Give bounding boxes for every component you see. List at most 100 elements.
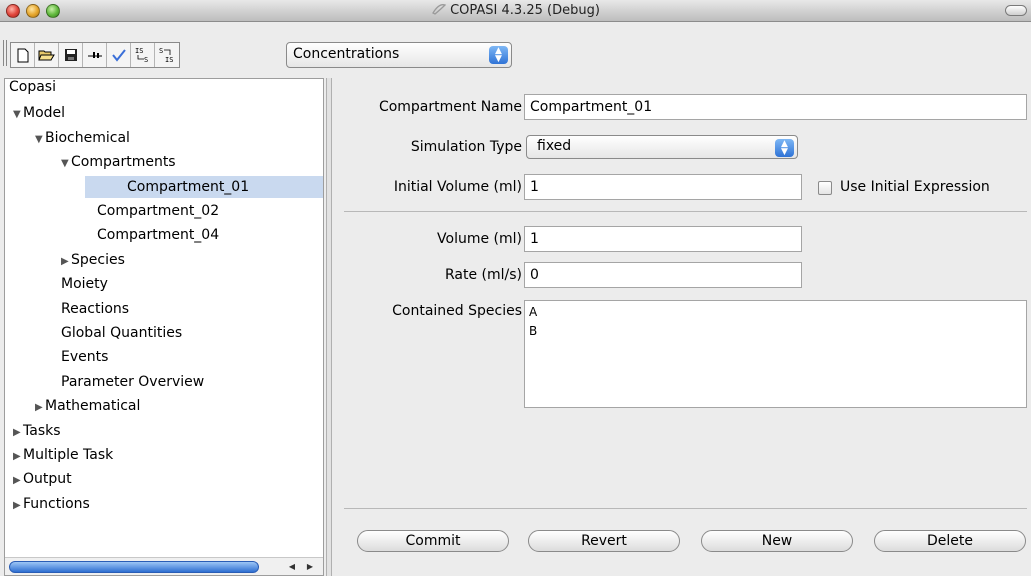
revert-button[interactable]: Revert (528, 530, 680, 552)
tree-item-label: Parameter Overview (61, 373, 205, 390)
tree-item-label: Species (71, 251, 125, 268)
disclosure-expanded-icon[interactable]: ▼ (13, 104, 23, 126)
svg-text:S: S (144, 56, 148, 64)
tree-item[interactable]: ▶ Multiple Task (5, 444, 113, 466)
tree-item[interactable]: Compartment_04 (5, 224, 219, 246)
compartment-name-label: Compartment Name (378, 99, 522, 115)
tree-item[interactable]: ▶ Functions (5, 493, 90, 515)
units-select[interactable]: Concentrations ▲ ▼ (286, 42, 512, 68)
tree-item-label: Biochemical (45, 129, 130, 146)
disclosure-collapsed-icon[interactable]: ▶ (13, 422, 23, 444)
contained-species-label: Contained Species (392, 303, 522, 319)
scroll-right-icon[interactable]: ▶ (301, 559, 319, 575)
contained-species-list[interactable]: A B (524, 300, 1027, 408)
is-to-s-button[interactable]: IS S (131, 43, 155, 67)
tree-item[interactable]: ▶ Output (5, 468, 72, 490)
save-icon (64, 49, 77, 61)
use-initial-expression-label: Use Initial Expression (840, 179, 990, 195)
tree-item[interactable]: ▶ Mathematical (5, 395, 140, 417)
simulation-type-label: Simulation Type (410, 139, 522, 155)
new-button[interactable]: New (701, 530, 853, 552)
slider-button[interactable] (83, 43, 107, 67)
rate-label: Rate (ml/s) (444, 267, 522, 283)
buttons-divider (344, 508, 1027, 509)
svg-text:S: S (159, 47, 163, 55)
tree-item[interactable]: Moiety (5, 273, 108, 295)
toolbar-button-group: IS S S IS (10, 42, 180, 68)
tree-item[interactable]: ▶ Species (5, 249, 125, 271)
scroll-left-icon[interactable]: ◀ (283, 559, 301, 575)
checkmark-icon (111, 49, 126, 62)
tree-item-label: Reactions (61, 300, 130, 317)
title-bar: COPASI 4.3.25 (Debug) (0, 0, 1031, 22)
tree-item-label: Global Quantities (61, 325, 183, 341)
disclosure-collapsed-icon[interactable]: ▶ (13, 470, 23, 492)
new-file-button[interactable] (11, 43, 35, 67)
disclosure-collapsed-icon[interactable]: ▶ (13, 446, 23, 468)
tree-item[interactable]: ▼ Model (5, 102, 65, 124)
copasi-logo-icon (432, 4, 447, 15)
disclosure-collapsed-icon[interactable]: ▶ (61, 251, 71, 273)
svg-text:IS: IS (135, 47, 143, 55)
list-item[interactable]: B (529, 322, 1022, 341)
volume-label: Volume (ml) (437, 231, 522, 247)
delete-button[interactable]: Delete (874, 530, 1026, 552)
window-title: COPASI 4.3.25 (Debug) (450, 3, 600, 18)
open-file-button[interactable] (35, 43, 59, 67)
updown-arrows-icon: ▲ ▼ (489, 46, 508, 64)
compartment-name-field[interactable]: Compartment_01 (524, 94, 1027, 120)
is-to-s-icon: IS S (135, 47, 148, 64)
disclosure-expanded-icon[interactable]: ▼ (61, 153, 71, 175)
tree-item[interactable]: Parameter Overview (5, 371, 204, 393)
s-to-is-icon: S IS (159, 47, 173, 64)
tree-item[interactable]: Reactions (5, 298, 129, 320)
tree-item[interactable]: Compartment_02 (5, 200, 219, 222)
updown-arrows-icon: ▲ ▼ (775, 139, 794, 157)
check-model-button[interactable] (107, 43, 131, 67)
volume-field[interactable]: 1 (524, 226, 802, 252)
tree-item[interactable]: Copasi (5, 79, 56, 98)
toolbar-toggle-button[interactable] (1005, 5, 1027, 16)
toolbar: IS S S IS Concentrations ▲ ▼ (0, 22, 1031, 77)
tree-item-label: Compartment_04 (97, 227, 220, 244)
tree-item-label: Output (23, 471, 72, 488)
compartment-form: Compartment Name Compartment_01 Simulati… (334, 78, 1031, 576)
new-file-icon (17, 48, 28, 62)
save-button[interactable] (59, 43, 83, 67)
open-folder-icon (38, 50, 55, 61)
tree-item-label: Compartment_02 (97, 203, 220, 219)
toolbar-grip[interactable] (3, 40, 7, 66)
rate-field[interactable]: 0 (524, 262, 802, 288)
tree-item[interactable]: ▼ Compartments (5, 151, 176, 173)
tree-item-label: Compartment_01 (127, 178, 250, 195)
tree-item-label: Model (23, 105, 66, 122)
tree-item[interactable]: Compartment_01 (85, 175, 323, 198)
units-select-value: Concentrations (293, 46, 400, 62)
disclosure-collapsed-icon[interactable]: ▶ (13, 495, 23, 517)
slider-icon (87, 52, 102, 58)
disclosure-expanded-icon[interactable]: ▼ (35, 129, 45, 151)
initial-volume-field[interactable]: 1 (524, 174, 802, 200)
scrollbar-thumb[interactable] (9, 561, 259, 573)
disclosure-collapsed-icon[interactable]: ▶ (35, 397, 45, 419)
tree-horizontal-scrollbar[interactable]: ◀ ▶ (5, 557, 323, 575)
tree-item-label: Compartments (71, 154, 176, 171)
tree-item-label: Functions (23, 495, 90, 512)
s-to-is-button[interactable]: S IS (155, 43, 179, 67)
tree-item-label: Mathematical (45, 398, 141, 415)
svg-text:IS: IS (165, 56, 173, 64)
tree-item[interactable]: ▶ Tasks (5, 420, 61, 442)
model-tree[interactable]: Copasi ▼ Model ▼ Biochemical ▼ Compartments Com… (4, 78, 324, 576)
simulation-type-value: fixed (537, 138, 572, 154)
tree-item-label: Events (61, 349, 109, 366)
use-initial-expression-checkbox[interactable] (818, 181, 832, 195)
tree-item[interactable]: Events (5, 346, 108, 368)
simulation-type-select[interactable]: fixed ▲ ▼ (526, 135, 798, 159)
tree-item[interactable]: Global Quantities (5, 322, 182, 344)
list-item[interactable]: A (529, 303, 1022, 322)
commit-button[interactable]: Commit (357, 530, 509, 552)
initial-volume-label: Initial Volume (ml) (393, 179, 522, 195)
panel-splitter[interactable] (326, 78, 332, 576)
section-divider (344, 211, 1027, 212)
tree-item[interactable]: ▼ Biochemical (5, 127, 130, 149)
